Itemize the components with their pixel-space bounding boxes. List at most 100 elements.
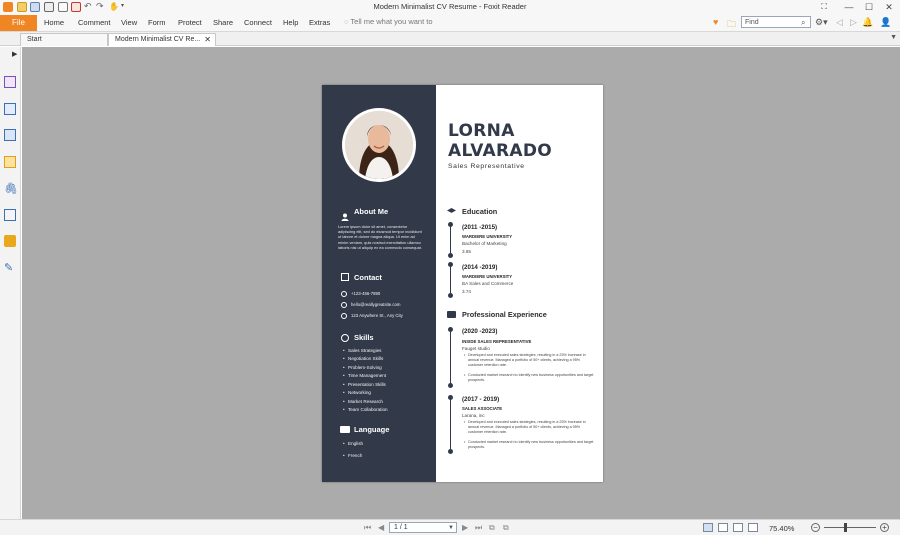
gear-icon [341, 334, 349, 342]
user-account-icon[interactable]: 👤 [880, 17, 891, 28]
menu-share[interactable]: Share [213, 18, 233, 27]
menu-help[interactable]: Help [283, 18, 298, 27]
chevron-down-icon[interactable]: ▼ [448, 523, 454, 533]
resume-main: LORNA ALVARADO Sales Representative Educ… [436, 85, 603, 482]
tab-start[interactable]: Start [20, 33, 108, 46]
education-heading: Education [462, 207, 498, 216]
skills-heading: Skills [354, 333, 374, 342]
status-bar: ⏮ ◀ 1 / 1 ▼ ▶ ⏭ ⧉ ⧉ 75.40% − + [0, 519, 900, 535]
close-button[interactable]: ✕ [882, 1, 896, 13]
timeline-dot [448, 383, 453, 388]
notification-bell-icon[interactable]: 🔔 [862, 17, 873, 28]
zoom-out-icon[interactable]: − [811, 523, 820, 532]
skill-item: Negotiation Skills [343, 356, 383, 361]
job-date: (2017 - 2019) [462, 396, 500, 403]
last-name: ALVARADO [448, 141, 553, 161]
restore-ribbon-icon[interactable]: ⛶ [817, 1, 831, 13]
language-item: French [343, 453, 362, 458]
timeline-dot [448, 293, 453, 298]
pages-panel-icon[interactable] [4, 76, 16, 88]
timeline-dot [448, 449, 453, 454]
menu-home[interactable]: Home [44, 18, 64, 27]
document-viewer[interactable]: About Me Lorem ipsum dolor sit amet, con… [22, 47, 900, 519]
edu-gpa: 3.74 [462, 289, 471, 294]
menu-protect[interactable]: Protect [178, 18, 202, 27]
next-view-icon[interactable]: ⧉ [503, 523, 509, 533]
edu-date: (2011 -2015) [462, 224, 498, 231]
signature-panel-icon[interactable] [4, 209, 16, 221]
job-title: Sales Representative [448, 163, 525, 170]
page-number-input[interactable]: 1 / 1 ▼ [389, 522, 457, 533]
job-date: (2020 -2023) [462, 328, 498, 335]
experience-heading: Professional Experience [462, 310, 547, 319]
expand-panel-icon[interactable]: ▶ [12, 50, 17, 58]
continuous-view-icon[interactable] [718, 523, 728, 532]
tab-list-icon[interactable]: ▼ [890, 34, 897, 41]
menu-comment[interactable]: Comment [78, 18, 111, 27]
zoom-level[interactable]: 75.40% [769, 524, 794, 533]
zoom-slider[interactable] [824, 527, 876, 528]
job-bullet: Developed and executed sales strategies,… [464, 420, 596, 435]
minimize-button[interactable]: — [842, 1, 856, 13]
edu-degree: BA Sales and Commerce [462, 281, 514, 286]
menu-extras[interactable]: Extras [309, 18, 330, 27]
comments-icon[interactable] [4, 156, 16, 168]
phone-icon [341, 291, 347, 297]
search-icon[interactable]: ⌕ [801, 18, 805, 28]
edu-gpa: 3.65 [462, 249, 471, 254]
forward-icon[interactable]: ▷ [850, 17, 857, 28]
tab-start-label: Start [27, 36, 42, 43]
first-page-icon[interactable]: ⏮ [364, 523, 371, 533]
skill-item: Team Collaboration [343, 407, 388, 412]
previous-page-icon[interactable]: ◀ [378, 523, 384, 532]
previous-view-icon[interactable]: ⧉ [489, 523, 495, 533]
user-icon [341, 208, 349, 221]
skill-item: Market Research [343, 399, 383, 404]
file-menu-button[interactable]: File [0, 15, 37, 31]
maximize-button[interactable]: ☐ [862, 1, 876, 13]
next-page-icon[interactable]: ▶ [462, 523, 468, 532]
profile-photo [345, 111, 413, 179]
job-role: INSIDE SALES REPRESENTATIVE [462, 339, 532, 344]
menu-view[interactable]: View [121, 18, 137, 27]
layers-icon[interactable] [4, 129, 16, 141]
timeline-line [450, 398, 451, 451]
tell-me-search[interactable]: ◌ Tell me what you want to [344, 17, 433, 26]
profile-photo-frame [342, 108, 416, 182]
contact-card-icon [341, 273, 349, 281]
tab-document[interactable]: Modern Minimalist CV Re... ✕ [108, 33, 216, 46]
first-name: LORNA [448, 121, 515, 141]
resume-sidebar: About Me Lorem ipsum dolor sit amet, con… [322, 85, 436, 482]
tab-document-label: Modern Minimalist CV Re... [115, 36, 201, 43]
address-text: 123 Anywhere St., Any City [351, 313, 403, 318]
briefcase-icon [447, 311, 456, 318]
edit-tools-icon[interactable]: ✎ [4, 262, 16, 274]
email-text: hello@reallygreatsite.com [351, 302, 401, 307]
folder-search-icon[interactable]: 🗀 [727, 17, 736, 33]
pdf-page[interactable]: About Me Lorem ipsum dolor sit amet, con… [322, 85, 603, 482]
heart-icon[interactable]: ♥ [713, 17, 718, 27]
facing-view-icon[interactable] [733, 523, 743, 532]
single-page-view-icon[interactable] [703, 523, 713, 532]
contact-heading: Contact [354, 273, 382, 282]
attachment-icon[interactable]: 🖇 [4, 183, 18, 195]
edu-date: (2014 -2019) [462, 264, 498, 271]
about-text: Lorem ipsum dolor sit amet, consectetur … [338, 224, 422, 250]
zoom-in-icon[interactable]: + [880, 523, 889, 532]
email-icon [341, 302, 347, 308]
gear-icon[interactable]: ⚙▾ [815, 17, 828, 28]
edu-school: WARDIERE UNIVERSITY [462, 274, 513, 279]
continuous-facing-view-icon[interactable] [748, 523, 758, 532]
back-icon[interactable]: ◁ [836, 17, 843, 28]
menu-form[interactable]: Form [148, 18, 166, 27]
close-tab-icon[interactable]: ✕ [204, 34, 211, 46]
last-page-icon[interactable]: ⏭ [475, 523, 482, 533]
skill-item: Networking [343, 390, 371, 395]
security-lock-icon[interactable] [4, 235, 16, 247]
menu-connect[interactable]: Connect [244, 18, 272, 27]
graduation-cap-icon [447, 208, 456, 213]
job-bullet: Developed and executed sales strategies,… [464, 353, 596, 368]
zoom-slider-thumb[interactable] [843, 523, 847, 532]
job-role: SALES ASSOCIATE [462, 406, 503, 411]
bookmarks-icon[interactable] [4, 103, 16, 115]
